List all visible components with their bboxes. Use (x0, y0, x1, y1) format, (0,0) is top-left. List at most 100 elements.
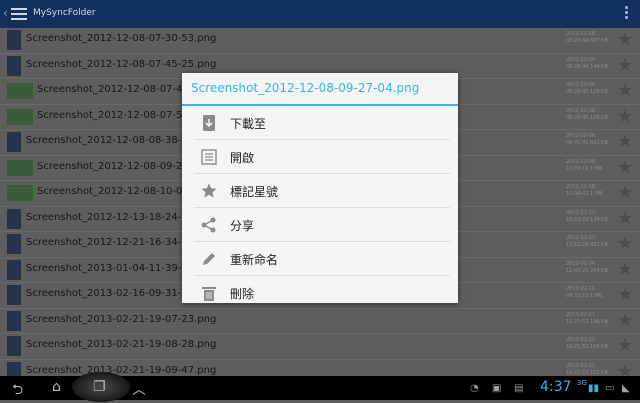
file-info: 08:41:41 803 KB (566, 140, 608, 146)
thumbnail (7, 132, 21, 152)
file-meta: 2012-12-08 08:20:45 128 KB (566, 82, 608, 96)
back-caret-icon[interactable]: ‹ (3, 6, 8, 20)
file-meta: 2013-02-16 09:32:12 1 MB (566, 286, 603, 300)
file-date: 2012-12-08 (566, 184, 596, 190)
file-meta: 2012-12-13 18:33:20 134 KB (566, 210, 608, 224)
file-info: 09:32:12 1 MB (566, 293, 603, 299)
file-name: Screenshot_2013-01-04-11-39-4 (26, 262, 188, 274)
star-icon[interactable]: ★ (617, 336, 633, 356)
menu-item-label: 下載至 (230, 117, 267, 131)
action-bar: ‹ MySyncFolder (0, 0, 640, 28)
menu-item-rename[interactable]: 重新命名 (194, 242, 450, 276)
star-icon[interactable]: ★ (617, 132, 633, 152)
star-icon[interactable]: ★ (617, 81, 633, 101)
menu-item-share[interactable]: 分享 (194, 208, 450, 242)
dialog-title: Screenshot_2012-12-08-09-27-04.png (182, 73, 458, 106)
thumbnail (7, 83, 33, 99)
star-icon[interactable]: ★ (617, 259, 633, 280)
file-meta: 2012-12-08 08:20:44 144 KB (566, 57, 608, 71)
file-date: 2012-12-08 (566, 158, 596, 165)
file-name: Screenshot_2012-12-08-10-02 (37, 186, 189, 197)
file-meta: 2012-12-08 08:41:41 803 KB (566, 133, 608, 147)
file-name: Screenshot_2013-02-16-09-31-0 (26, 288, 188, 299)
share-icon (201, 217, 216, 233)
wifi-icon: ◣ (622, 383, 630, 394)
file-date: 2013-02-16 (566, 286, 596, 292)
recent-apps-icon[interactable]: ❐ (93, 379, 106, 395)
menu-icon[interactable] (11, 8, 27, 20)
menu-item-label: 標記星號 (230, 185, 279, 199)
file-name: Screenshot_2012-12-21-16-34-3 (26, 237, 188, 248)
status-clock: 4:37 (540, 379, 572, 395)
menu-item-label: 重新命名 (230, 253, 279, 267)
network-type: 3G (577, 379, 587, 387)
overflow-menu-icon[interactable] (625, 6, 628, 20)
thumbnail (7, 30, 21, 50)
image-icon[interactable]: ▣ (492, 383, 501, 394)
home-icon[interactable]: ⌂ (52, 379, 61, 395)
file-info: 08:20:45 128 KB (566, 89, 608, 95)
file-meta: 2013-02-21 19:21:52 168 KB (566, 337, 608, 351)
file-meta: 2012-12-08 10:06:19 1 MB (566, 159, 603, 173)
menu-item-open[interactable]: 開啟 (194, 140, 450, 174)
star-icon[interactable]: ★ (617, 183, 633, 203)
file-date: 2012-12-08 (566, 133, 596, 139)
file-name: Screenshot_2012-12-08-08-38-1 (26, 135, 188, 146)
file-name: Screenshot_2012-12-08-07-45-25.png (26, 58, 217, 70)
file-info: 08:20:45 128 KB (566, 114, 608, 121)
star-icon[interactable]: ★ (617, 157, 633, 178)
back-icon[interactable]: ⮌ (12, 379, 23, 403)
download-icon (203, 115, 215, 131)
file-row[interactable]: Screenshot_2013-02-21-19-07-23.png 2013-0… (0, 309, 640, 334)
star-icon[interactable]: ★ (617, 285, 633, 305)
file-info: 11:40:23 264 KB (566, 267, 608, 274)
file-info: 19:21:52 168 KB (566, 344, 608, 350)
open-icon (201, 149, 217, 165)
trash-icon (202, 287, 216, 301)
star-icon[interactable]: ★ (617, 106, 633, 127)
star-icon[interactable]: ★ (617, 55, 633, 76)
menu-item-delete[interactable]: 刪除 (194, 276, 450, 309)
file-row[interactable]: Screenshot_2013-02-21-19-08-28.png 2013-0… (0, 334, 640, 360)
star-icon[interactable]: ★ (617, 361, 633, 376)
file-date: 2012-12-08 (566, 56, 596, 63)
menu-item-label: 開啟 (230, 151, 255, 165)
thumbnail (7, 55, 21, 76)
file-info: 08:20:44 607 KB (566, 38, 608, 44)
star-icon[interactable]: ★ (617, 208, 633, 229)
file-meta: 2012-12-08 08:20:45 128 KB (566, 108, 608, 122)
menu-item-download[interactable]: 下載至 (194, 106, 450, 140)
file-name: Screenshot_2012-12-08-07-30-53.png (26, 33, 217, 44)
star-icon[interactable]: ★ (617, 234, 633, 254)
file-date: 2013-02-21 (566, 362, 596, 369)
file-meta: 2013-02-21 19:21:53 136 KB (566, 312, 608, 326)
file-info: 08:20:44 144 KB (566, 63, 608, 70)
star-icon (201, 183, 217, 198)
file-date: 2013-02-21 (566, 311, 596, 318)
context-menu-dialog: Screenshot_2012-12-08-09-27-04.png 下載至 開… (182, 73, 458, 303)
menu-item-star[interactable]: 標記星號 (194, 174, 450, 208)
file-meta: 2012-12-08 08:20:44 607 KB (566, 31, 608, 45)
file-date: 2012-12-13 (566, 209, 596, 216)
file-name: Screenshot_2012-12-08-07-50 (37, 109, 189, 121)
file-date: 2012-12-08 (566, 31, 596, 37)
file-name: Screenshot_2013-02-21-19-08-28.png (26, 339, 217, 350)
thumbnail (7, 208, 21, 229)
file-row[interactable]: Screenshot_2012-12-08-07-30-53.png 2012-1… (0, 28, 640, 54)
thumbnail (7, 108, 33, 125)
battery-icon: ▭ (605, 383, 615, 394)
file-date: 2013-02-21 (566, 337, 596, 343)
notification-icon[interactable]: ◔ (470, 383, 479, 394)
menu-up-icon[interactable]: ︿ (132, 379, 146, 399)
file-name: Screenshot_2012-12-08-07-47 (37, 84, 189, 95)
menu-item-label: 分享 (230, 219, 255, 233)
clipboard-icon[interactable]: ▤ (514, 383, 523, 394)
file-date: 2012-12-23 (566, 235, 596, 241)
app-title: MySyncFolder (33, 8, 96, 18)
file-date: 2012-12-08 (566, 82, 596, 88)
file-name: Screenshot_2013-02-21-19-09-47.png (26, 364, 217, 376)
star-icon[interactable]: ★ (617, 30, 633, 50)
star-icon[interactable]: ★ (617, 310, 633, 331)
file-meta: 2012-12-23 17:52:29 431 KB (566, 235, 608, 249)
thumbnail (7, 361, 21, 376)
